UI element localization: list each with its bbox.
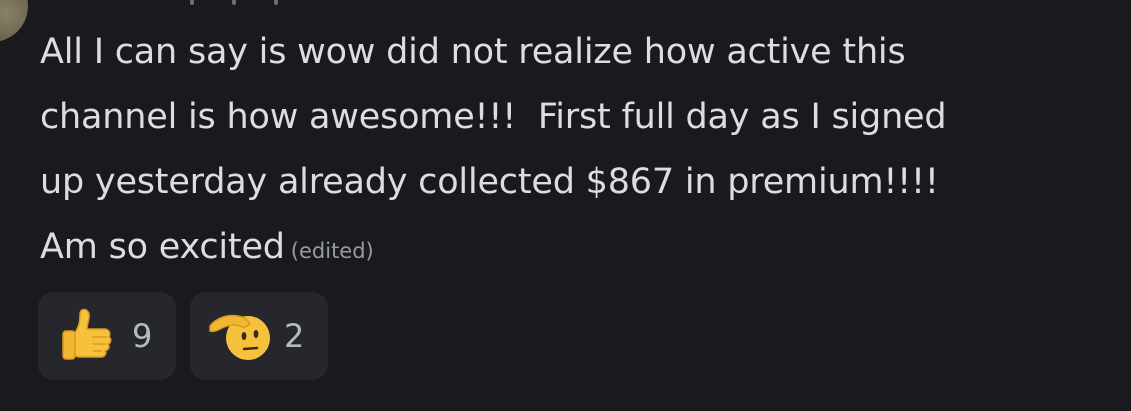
reactions-bar: 9 2 [38, 292, 328, 380]
message-line-4: Am so excited [40, 227, 285, 267]
reaction-count: 2 [284, 317, 305, 355]
saluting-face-icon [209, 314, 270, 360]
thumbs-up-icon [62, 308, 112, 360]
message-line-3: up yesterday already collected $867 in p… [40, 162, 939, 202]
message-line-2: channel is how awesome!!! First full day… [40, 97, 947, 137]
edited-label: (edited) [290, 239, 374, 263]
message-content: All I can say is wow did not realize how… [40, 20, 1100, 284]
message-line-1: All I can say is wow did not realize how… [40, 32, 906, 72]
avatar[interactable] [0, 0, 28, 42]
reaction-count: 9 [132, 317, 153, 355]
reaction-saluting-face[interactable]: 2 [190, 292, 328, 380]
reaction-thumbs-up[interactable]: 9 [38, 292, 176, 380]
message-header-cutoff [190, 0, 410, 8]
